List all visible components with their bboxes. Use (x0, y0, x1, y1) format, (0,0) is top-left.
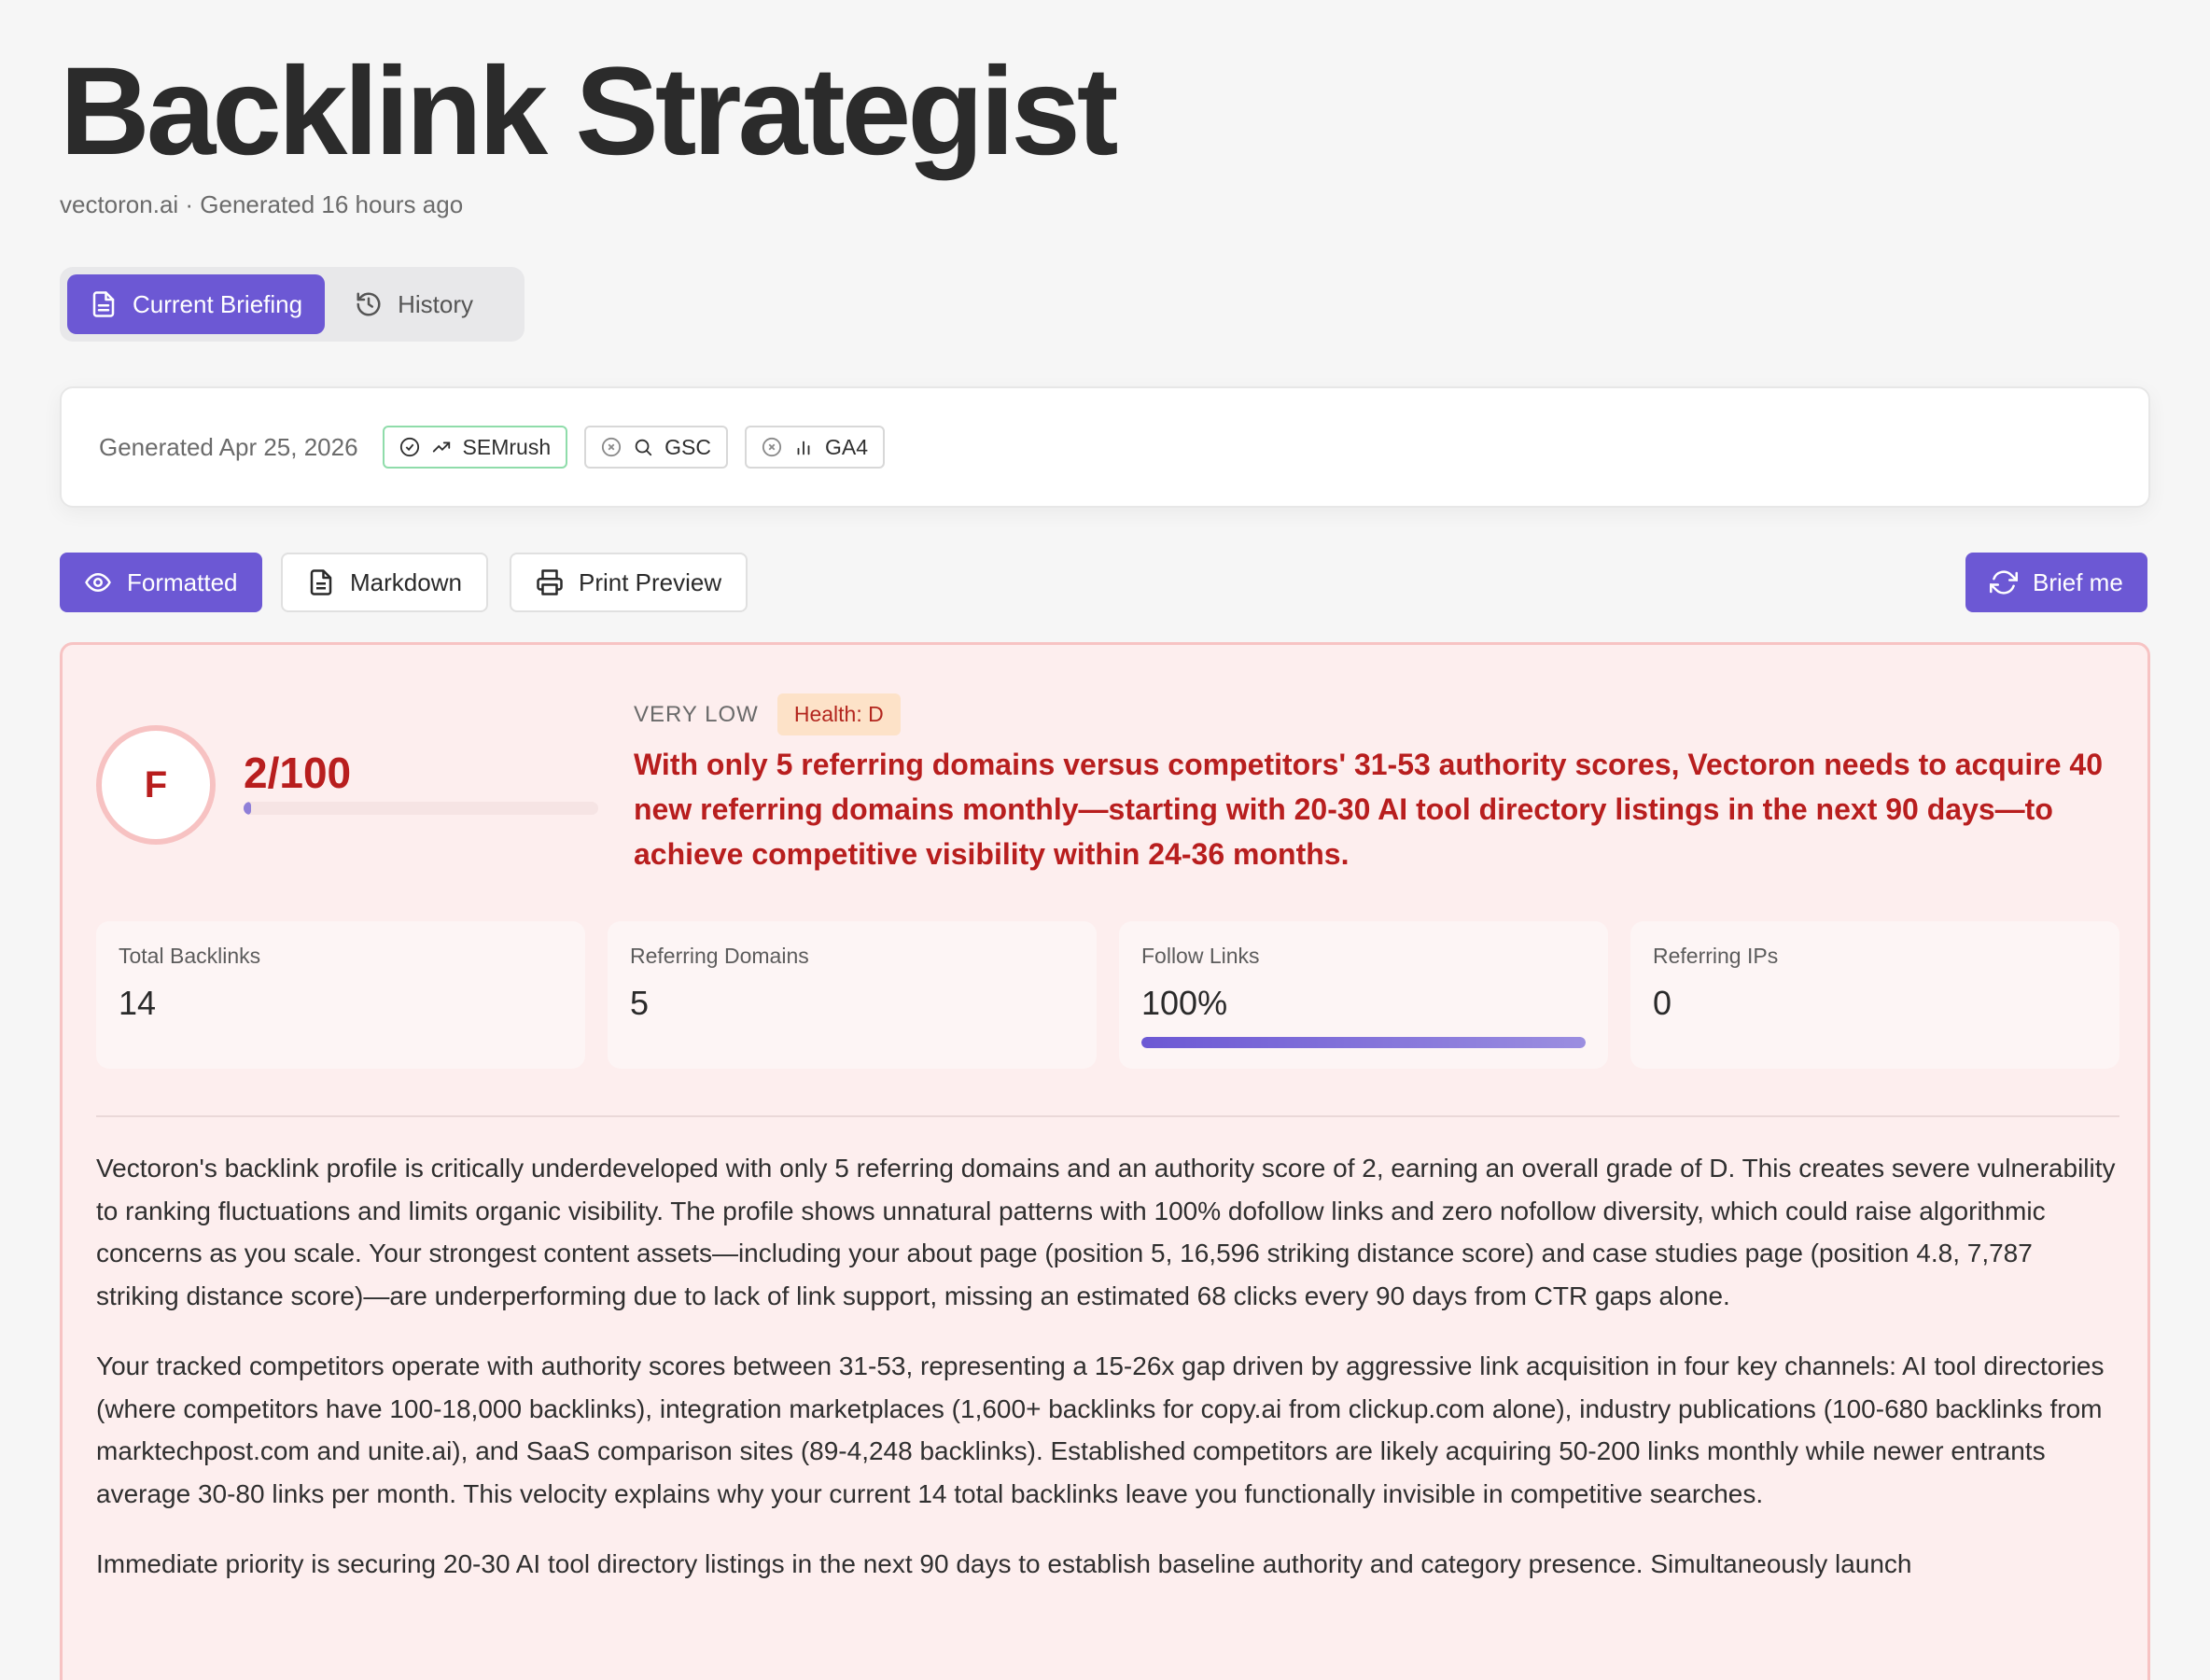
stat-label: Referring IPs (1653, 944, 1779, 968)
stat-value: 5 (630, 984, 650, 1022)
x-circle-icon (602, 437, 622, 457)
divider (96, 1115, 2119, 1117)
report-paragraph: Your tracked competitors operate with au… (96, 1351, 2105, 1508)
headline-summary: With only 5 referring domains versus com… (634, 748, 2104, 871)
stat-label: Total Backlinks (119, 944, 261, 968)
data-sources-card: Generated Apr 25, 2026 SEMrush GSC GA4 (60, 386, 2150, 508)
tab-current-briefing[interactable]: Current Briefing (67, 274, 326, 334)
file-text-icon (310, 569, 332, 595)
chip-label: GA4 (824, 434, 869, 459)
stat-value: 14 (119, 984, 157, 1022)
markdown-button[interactable]: Markdown (281, 553, 488, 612)
follow-links-bar (1141, 1037, 1586, 1048)
stat-follow-links: Follow Links 100% (1119, 921, 1608, 1069)
search-icon (635, 439, 652, 456)
stat-referring-ips: Referring IPs 0 (1630, 921, 2119, 1069)
level-row: VERY LOW Health: D (634, 693, 901, 735)
score-progress-bar (244, 802, 598, 815)
health-badge: Health: D (776, 693, 901, 735)
grade-badge: F (96, 725, 216, 845)
stat-label: Follow Links (1141, 944, 1260, 968)
trending-up-icon (432, 441, 450, 453)
tab-label: Current Briefing (133, 289, 303, 318)
score-progress-fill (244, 802, 251, 815)
chip-label: GSC (664, 434, 711, 459)
stat-label: Referring Domains (630, 944, 809, 968)
generated-date: Generated Apr 25, 2026 (99, 432, 358, 461)
report-paragraph: Vectoron's backlink profile is criticall… (96, 1154, 2116, 1310)
stat-total-backlinks: Total Backlinks 14 (96, 921, 585, 1069)
report-body: Vectoron's backlink profile is criticall… (96, 1147, 2119, 1614)
x-circle-icon (762, 437, 782, 457)
source-chip-gsc: GSC (584, 426, 728, 469)
stat-value: 100% (1141, 984, 1228, 1022)
brief-me-button[interactable]: Brief me (1965, 553, 2147, 612)
chip-label: SEMrush (462, 434, 552, 459)
button-label: Formatted (127, 567, 238, 596)
refresh-icon (1990, 570, 2018, 595)
bar-chart-icon (797, 441, 810, 455)
tab-label: History (398, 289, 473, 318)
level-label: VERY LOW (634, 701, 759, 727)
source-chip-semrush: SEMrush (382, 426, 568, 469)
source-chip-ga4: GA4 (744, 426, 886, 469)
stat-value: 0 (1653, 984, 1672, 1022)
stats-row: Total Backlinks 14 Referring Domains 5 F… (96, 921, 2119, 1069)
formatted-button[interactable]: Formatted (60, 553, 262, 612)
print-preview-button[interactable]: Print Preview (510, 553, 748, 612)
authority-score: 2/100 (244, 749, 352, 797)
tab-history[interactable]: History (332, 274, 496, 334)
button-label: Print Preview (579, 567, 722, 596)
page-subtitle: vectoron.ai · Generated 16 hours ago (60, 190, 464, 218)
view-tabs: Current Briefing History (60, 267, 525, 342)
printer-icon (537, 569, 563, 595)
page-title: Backlink Strategist (60, 42, 1118, 181)
document-icon (92, 291, 115, 317)
stat-referring-domains: Referring Domains 5 (608, 921, 1097, 1069)
report-paragraph: Immediate priority is securing 20-30 AI … (96, 1549, 1912, 1578)
briefing-report: F 2/100 VERY LOW Health: D With only 5 r… (60, 642, 2150, 1680)
check-circle-icon (399, 437, 419, 457)
history-icon (357, 292, 381, 316)
eye-icon (85, 572, 111, 593)
button-label: Brief me (2033, 567, 2123, 596)
button-label: Markdown (350, 567, 462, 596)
follow-links-fill (1141, 1037, 1586, 1048)
